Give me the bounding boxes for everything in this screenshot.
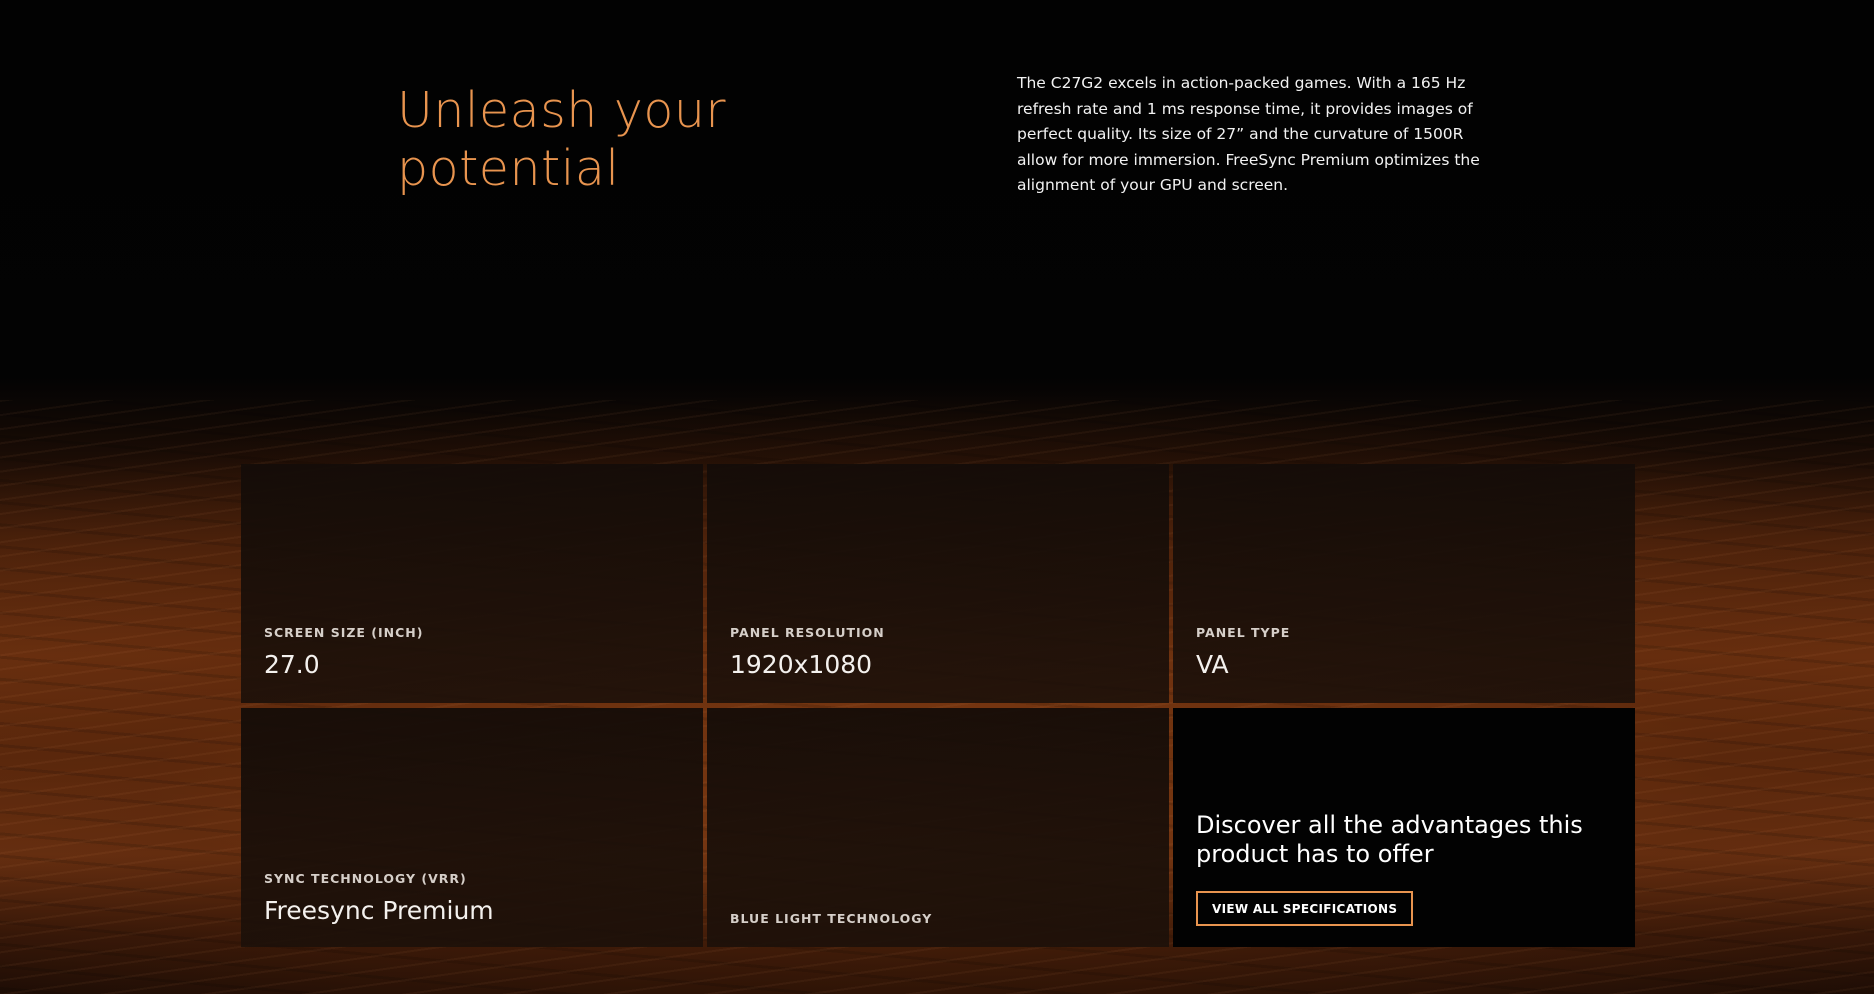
spec-value: 27.0: [264, 650, 320, 679]
section-headline: Unleash your potential: [397, 82, 917, 198]
headline-line-1: Unleash your: [397, 82, 727, 139]
product-highlights-section: Unleash your potential The C27G2 excels …: [0, 0, 1874, 994]
spec-tile-blue-light-technology: BLUE LIGHT TECHNOLOGY: [707, 708, 1169, 947]
spec-label: PANEL RESOLUTION: [730, 625, 885, 640]
spec-value: VA: [1196, 650, 1229, 679]
spec-label: BLUE LIGHT TECHNOLOGY: [730, 911, 933, 926]
spec-label: PANEL TYPE: [1196, 625, 1291, 640]
spec-value: 1920x1080: [730, 650, 873, 679]
view-all-specifications-button[interactable]: VIEW ALL SPECIFICATIONS: [1196, 891, 1414, 926]
product-description: The C27G2 excels in action-packed games.…: [1017, 74, 1480, 194]
specifications-cta-tile: Discover all the advantages this product…: [1173, 708, 1635, 947]
spec-tile-sync-technology: SYNC TECHNOLOGY (VRR) Freesync Premium: [241, 708, 703, 947]
spec-tile-screen-size: SCREEN SIZE (INCH) 27.0: [241, 464, 703, 703]
spec-value: Freesync Premium: [264, 896, 494, 925]
spec-label: SCREEN SIZE (INCH): [264, 625, 424, 640]
spec-tile-panel-resolution: PANEL RESOLUTION 1920x1080: [707, 464, 1169, 703]
cta-title: Discover all the advantages this product…: [1196, 811, 1583, 868]
spec-tile-panel-type: PANEL TYPE VA: [1173, 464, 1635, 703]
spec-label: SYNC TECHNOLOGY (VRR): [264, 871, 467, 886]
headline-line-2: potential: [397, 140, 620, 197]
spec-grid: SCREEN SIZE (INCH) 27.0 PANEL RESOLUTION…: [241, 464, 1635, 948]
